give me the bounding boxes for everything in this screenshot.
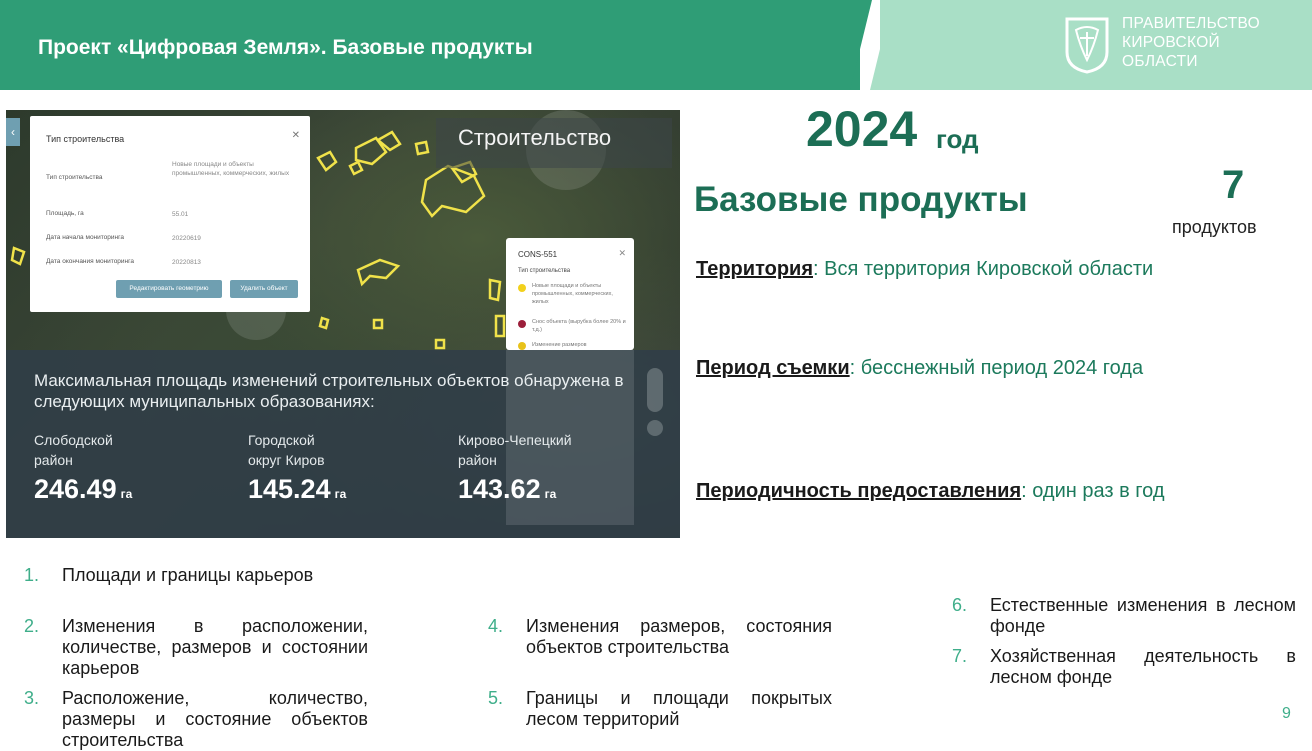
list-text: Границы и площади покрытых лесом террито… xyxy=(526,688,832,729)
legend-swatch xyxy=(518,342,526,350)
popup-row-label: Дата начала мониторинга xyxy=(46,234,124,241)
list-number: 4. xyxy=(488,616,504,636)
popup-row-label: Площадь, га xyxy=(46,210,84,217)
territory-info: Территория: Вся территория Кировской обл… xyxy=(696,258,1153,281)
zoom-control[interactable] xyxy=(647,368,663,412)
popup-row-value: 20220813 xyxy=(172,259,201,266)
list-number: 3. xyxy=(24,688,40,708)
map-legend: CONS-551 ✕ Тип строительства Новые площа… xyxy=(506,238,634,350)
frequency-info: Периодичность предоставления: один раз в… xyxy=(696,480,1165,503)
government-name: ПРАВИТЕЛЬСТВО КИРОВСКОЙ ОБЛАСТИ xyxy=(1122,14,1260,71)
overlay-description: Максимальная площадь изменений строитель… xyxy=(34,371,624,411)
map-back-button[interactable]: ‹ xyxy=(6,118,20,146)
legend-swatch xyxy=(518,284,526,292)
territory-value: : Вся территория Кировской области xyxy=(813,258,1154,280)
stat-name: округ Киров xyxy=(248,452,325,468)
section-title: Базовые продукты xyxy=(694,180,1028,219)
stat-name: район xyxy=(458,452,497,468)
period-info: Период съемки: бесснежный период 2024 го… xyxy=(696,357,1143,380)
stat-unit: га xyxy=(120,487,133,501)
stat-value-row: 145.24 га xyxy=(248,474,346,505)
list-text: Площади и границы карьеров xyxy=(62,565,314,585)
stat-value-row: 143.62 га xyxy=(458,474,572,505)
popup-close-icon[interactable]: ✕ xyxy=(292,130,300,141)
legend-item-label: Изменение размеров xyxy=(532,342,587,348)
frequency-value: : один раз в год xyxy=(1021,480,1165,502)
government-line-3: ОБЛАСТИ xyxy=(1122,53,1198,70)
legend-item-label: Новые площади и объекты промышленных, ко… xyxy=(532,283,613,305)
period-key: Период съемки xyxy=(696,357,850,379)
header-bar-edge xyxy=(850,0,872,90)
delete-object-button[interactable]: Удалить объект xyxy=(230,280,298,298)
construction-map[interactable]: ‹ Строительство Тип строительства ✕ Тип … xyxy=(6,110,680,538)
edit-geometry-button[interactable]: Редактировать геометрию xyxy=(116,280,222,298)
list-number: 2. xyxy=(24,616,40,636)
popup-row-label: Тип строительства xyxy=(46,174,103,181)
legend-subtitle: Тип строительства xyxy=(518,268,571,274)
locate-control[interactable] xyxy=(647,420,663,436)
stat-unit: га xyxy=(544,487,557,501)
stat-name: район xyxy=(34,452,73,468)
popup-title: Тип строительства xyxy=(46,134,125,144)
list-text: Изменения в расположении, количестве, ра… xyxy=(62,616,368,678)
popup-row-value: 20220619 xyxy=(172,235,201,242)
stat-name: Слободской xyxy=(34,432,113,448)
region-emblem-icon xyxy=(1065,17,1109,74)
year-suffix: год xyxy=(936,124,979,154)
slide-title: Проект «Цифровая Земля». Базовые продукт… xyxy=(38,36,533,59)
popup-row-value: Новые площади и объекты промышленных, ко… xyxy=(172,161,290,177)
page-number: 9 xyxy=(1282,705,1291,722)
period-value: : бесснежный период 2024 года xyxy=(849,357,1144,379)
stat-unit: га xyxy=(334,487,347,501)
government-line-2: КИРОВСКОЙ xyxy=(1122,34,1220,51)
map-layer-label: Строительство xyxy=(458,125,612,150)
popup-row-label: Дата окончания мониторинга xyxy=(46,258,134,265)
year-number: 2024 xyxy=(806,101,918,157)
list-number: 7. xyxy=(952,646,968,666)
stat-value-row: 246.49 га xyxy=(34,474,132,505)
stat-name: Городской xyxy=(248,432,315,448)
frequency-key: Периодичность предоставления xyxy=(696,480,1022,502)
stat-block: Городской округ Киров 145.24 га xyxy=(248,430,346,505)
list-text: Хозяйственная деятельность в лесном фонд… xyxy=(990,646,1296,687)
stat-value: 143.62 xyxy=(458,474,541,504)
legend-swatch xyxy=(518,320,526,328)
list-text: Расположение, количество, размеры и сост… xyxy=(62,688,368,750)
legend-close-icon[interactable]: ✕ xyxy=(618,248,626,259)
object-popup: Тип строительства ✕ Тип строительства Но… xyxy=(30,116,310,312)
stat-name: Кирово-Чепецкий xyxy=(458,432,572,448)
list-number: 1. xyxy=(24,565,40,585)
stat-value: 145.24 xyxy=(248,474,331,504)
product-count: 7 xyxy=(1222,163,1245,207)
list-number: 5. xyxy=(488,688,504,708)
list-number: 6. xyxy=(952,595,968,615)
legend-title: CONS-551 xyxy=(518,250,558,259)
list-text: Естественные изменения в лесном фонде xyxy=(990,595,1296,636)
stat-value: 246.49 xyxy=(34,474,117,504)
legend-item-label: Снос объекта (вырубка более 20% и т.д.) xyxy=(532,319,626,333)
stat-block: Слободской район 246.49 га xyxy=(34,430,132,505)
list-text: Изменения размеров, состояния объектов с… xyxy=(526,616,832,657)
territory-key: Территория xyxy=(696,258,814,280)
product-count-label: продуктов xyxy=(1172,217,1257,237)
stat-block: Кирово-Чепецкий район 143.62 га xyxy=(458,430,572,505)
government-line-1: ПРАВИТЕЛЬСТВО xyxy=(1122,15,1260,32)
popup-row-value: 55.01 xyxy=(172,211,189,218)
